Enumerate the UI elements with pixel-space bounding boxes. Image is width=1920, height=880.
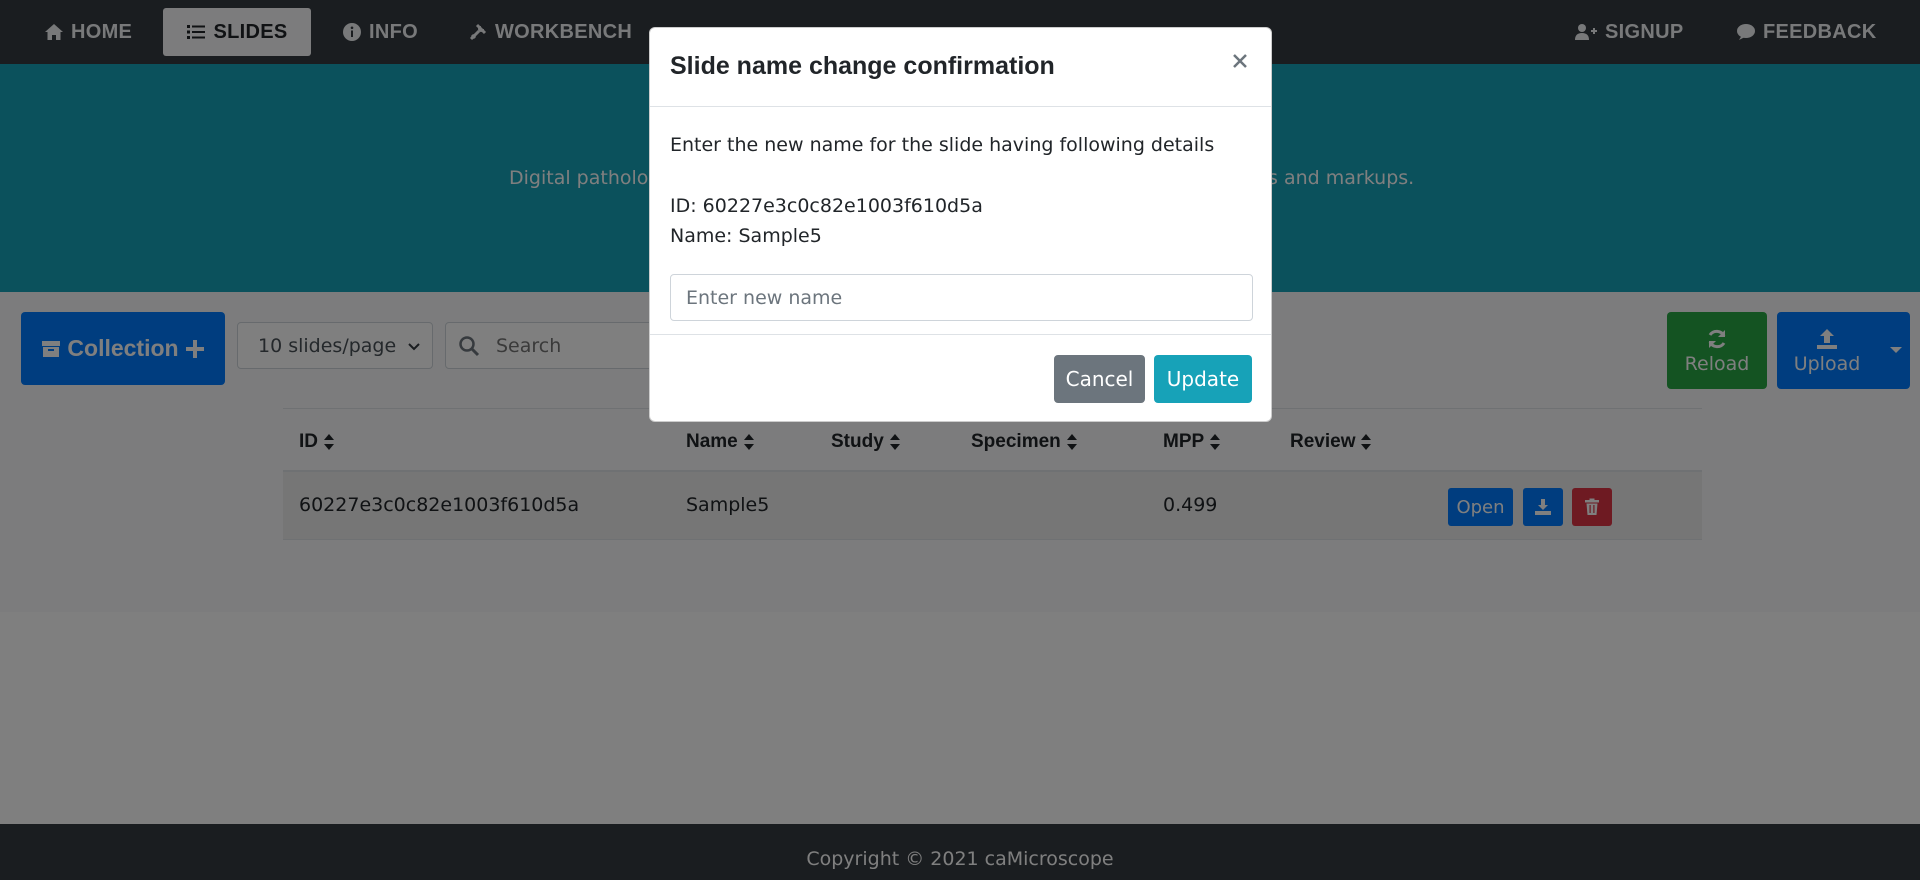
modal-footer: Cancel Update	[650, 334, 1271, 423]
slide-name-line: Name: Sample5	[670, 225, 822, 247]
cancel-button[interactable]: Cancel	[1054, 355, 1145, 403]
rename-slide-dialog: Slide name change confirmation Enter the…	[649, 27, 1272, 422]
modal-title: Slide name change confirmation	[670, 52, 1055, 80]
modal-intro-text: Enter the new name for the slide having …	[670, 134, 1215, 156]
update-button[interactable]: Update	[1154, 355, 1252, 403]
modal-header: Slide name change confirmation	[650, 28, 1271, 107]
close-icon[interactable]	[1229, 50, 1251, 72]
new-name-input[interactable]	[670, 274, 1253, 321]
slide-id-line: ID: 60227e3c0c82e1003f610d5a	[670, 195, 983, 217]
